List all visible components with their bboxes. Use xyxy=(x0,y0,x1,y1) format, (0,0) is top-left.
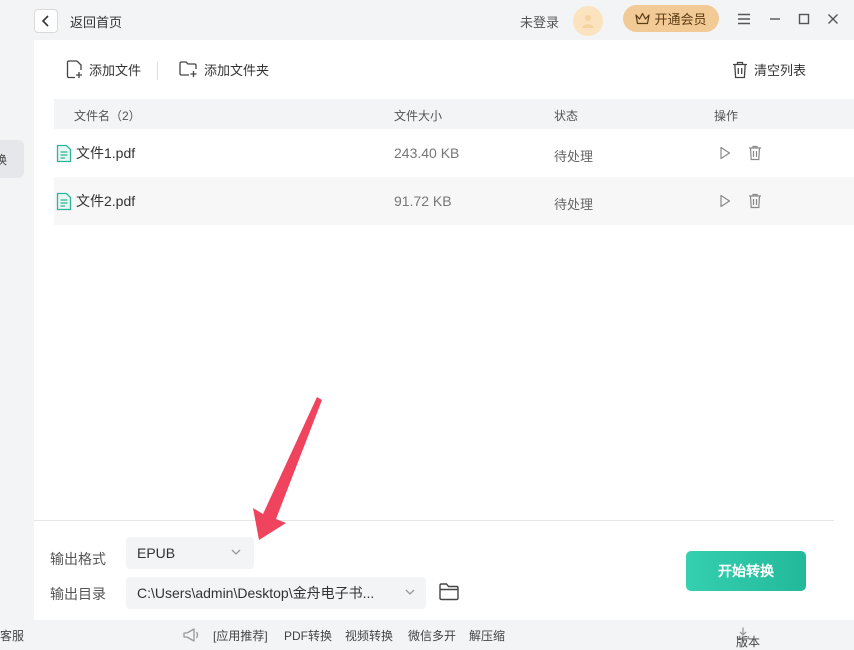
add-folder-label: 添加文件夹 xyxy=(204,63,270,78)
trash-icon xyxy=(733,61,747,78)
add-file-icon xyxy=(66,60,82,79)
output-dir-select[interactable]: C:\Users\admin\Desktop\金舟电子书... xyxy=(126,577,426,609)
column-header-name: 文件名（2） xyxy=(74,109,141,123)
back-label[interactable]: 返回首页 xyxy=(70,12,122,31)
chevron-left-icon xyxy=(41,15,49,27)
column-header-status: 状态 xyxy=(554,109,579,123)
table-header: 文件名（2） 文件大小 状态 操作 xyxy=(54,99,854,129)
maximize-icon xyxy=(798,13,810,25)
delete-button[interactable] xyxy=(745,191,765,211)
file-name: 文件1.pdf xyxy=(76,145,136,161)
file-name: 文件2.pdf xyxy=(76,193,136,209)
add-file-label: 添加文件 xyxy=(89,63,142,78)
file-status: 待处理 xyxy=(554,197,594,212)
chevron-down-icon xyxy=(405,589,415,595)
file-name-cell: 文件1.pdf xyxy=(56,143,135,163)
sidebar-item-convert[interactable]: 换 xyxy=(0,140,24,178)
menu-button[interactable] xyxy=(735,10,753,28)
user-icon xyxy=(582,15,594,28)
start-convert-button[interactable]: 开始转换 xyxy=(686,551,806,591)
output-dir-label: 输出目录 xyxy=(50,586,106,602)
chevron-down-icon xyxy=(231,549,241,555)
minimize-button[interactable] xyxy=(766,10,784,28)
table-row[interactable]: 文件1.pdf 243.40 KB 待处理 xyxy=(54,129,854,177)
maximize-button[interactable] xyxy=(795,10,813,28)
close-icon xyxy=(828,14,838,24)
file-icon xyxy=(56,144,72,162)
add-folder-button[interactable]: 添加文件夹 xyxy=(179,60,269,79)
vip-label: 开通会员 xyxy=(654,12,707,27)
file-size: 243.40 KB xyxy=(394,145,460,161)
table-row[interactable]: 文件2.pdf 91.72 KB 待处理 xyxy=(54,177,854,225)
output-dir-value: C:\Users\admin\Desktop\金舟电子书... xyxy=(137,585,375,601)
crown-icon xyxy=(635,12,651,25)
app-recommend-label: [应用推荐] xyxy=(213,629,268,643)
play-icon xyxy=(720,194,731,208)
clear-list-label: 清空列表 xyxy=(754,63,807,78)
title-bar: 返回首页 未登录 开通会员 xyxy=(0,0,854,40)
version-label: 版本号：V2.0.2 xyxy=(736,635,761,649)
menu-icon xyxy=(738,13,750,25)
file-size: 91.72 KB xyxy=(394,193,452,209)
clear-list-button[interactable]: 清空列表 xyxy=(732,60,806,79)
browse-folder-button[interactable] xyxy=(438,582,460,602)
play-icon xyxy=(720,146,731,160)
column-header-size: 文件大小 xyxy=(394,109,443,123)
customer-service-link[interactable]: 客服 xyxy=(0,627,24,644)
footer-link-wechat[interactable]: 微信多开 xyxy=(408,627,456,644)
trash-icon xyxy=(749,145,761,161)
sidebar-item-label: 换 xyxy=(0,152,8,167)
close-button[interactable] xyxy=(824,10,842,28)
toolbar-divider xyxy=(157,62,158,80)
add-folder-icon xyxy=(179,61,197,77)
column-header-action: 操作 xyxy=(714,109,739,123)
folder-icon xyxy=(439,583,459,601)
output-format-label: 输出格式 xyxy=(50,551,106,567)
vip-button[interactable]: 开通会员 xyxy=(623,5,719,32)
megaphone-icon xyxy=(183,628,199,642)
trash-icon xyxy=(749,193,761,209)
footer: 客服 [应用推荐] PDF转换 视频转换 微信多开 解压缩 版本号：V2.0.2 xyxy=(0,620,854,650)
footer-link-pdf[interactable]: PDF转换 xyxy=(284,627,332,644)
footer-link-video[interactable]: 视频转换 xyxy=(345,627,393,644)
file-status: 待处理 xyxy=(554,149,594,164)
output-format-select[interactable]: EPUB xyxy=(126,537,254,569)
file-name-cell: 文件2.pdf xyxy=(56,191,135,211)
back-button[interactable] xyxy=(34,9,58,33)
footer-link-unzip[interactable]: 解压缩 xyxy=(469,627,505,644)
file-icon xyxy=(56,192,72,210)
output-format-value: EPUB xyxy=(137,545,176,561)
version-info[interactable]: 版本号：V2.0.2 xyxy=(736,626,760,649)
output-settings-panel: 输出格式 EPUB 输出目录 C:\Users\admin\Desktop\金舟… xyxy=(34,520,834,620)
play-button[interactable] xyxy=(715,143,735,163)
avatar[interactable] xyxy=(573,6,603,36)
play-button[interactable] xyxy=(715,191,735,211)
login-status[interactable]: 未登录 xyxy=(520,12,559,31)
delete-button[interactable] xyxy=(745,143,765,163)
minimize-icon xyxy=(770,18,780,20)
add-file-button[interactable]: 添加文件 xyxy=(66,60,141,79)
